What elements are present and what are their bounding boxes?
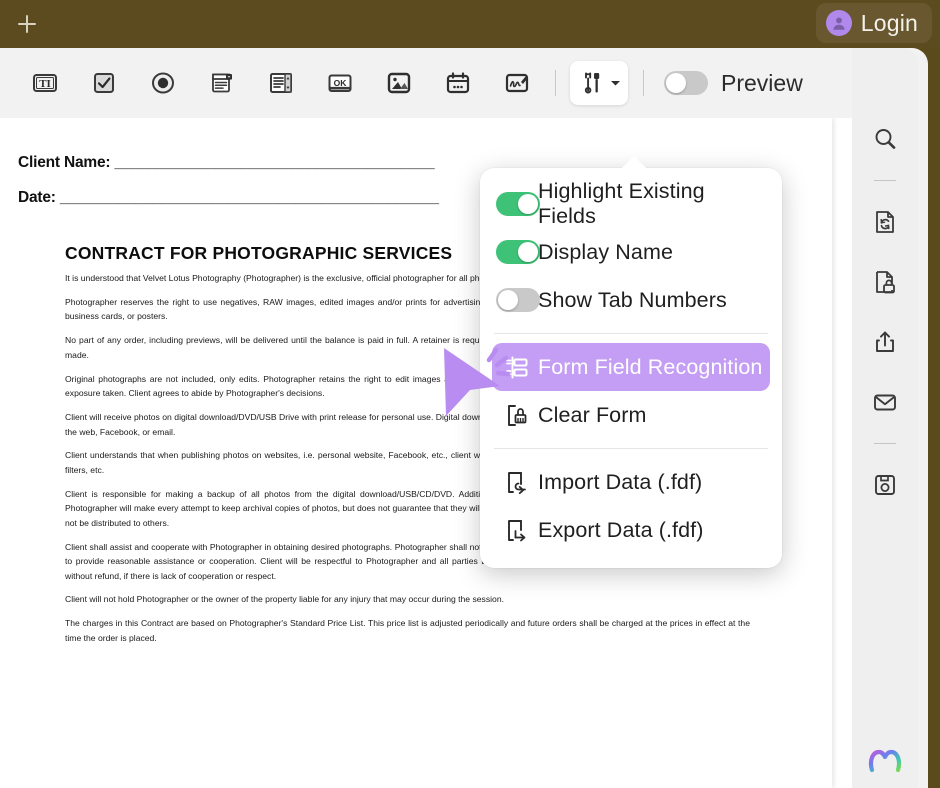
convert-document-button[interactable] bbox=[862, 199, 908, 245]
share-upload-icon bbox=[871, 328, 899, 356]
image-field-icon bbox=[384, 68, 414, 98]
application-window: Login TI bbox=[0, 0, 940, 788]
share-button[interactable] bbox=[862, 319, 908, 365]
wrench-screwdriver-icon bbox=[577, 68, 607, 98]
svg-text:OK: OK bbox=[334, 78, 348, 88]
rail-divider-1 bbox=[874, 180, 896, 181]
document-lock-icon bbox=[871, 268, 899, 296]
login-label: Login bbox=[861, 10, 918, 37]
image-field-tool[interactable] bbox=[376, 61, 422, 105]
svg-text:TI: TI bbox=[39, 78, 51, 90]
document-convert-icon bbox=[871, 208, 899, 236]
combo-box-tool[interactable] bbox=[199, 61, 245, 105]
menu-item-show-tab-numbers[interactable]: Show Tab Numbers bbox=[480, 276, 782, 324]
search-icon bbox=[871, 125, 899, 153]
menu-item-form-field-recognition[interactable]: Form Field Recognition bbox=[492, 343, 770, 391]
show-tab-numbers-switch[interactable] bbox=[496, 288, 540, 312]
login-button[interactable]: Login bbox=[816, 3, 932, 43]
signature-icon bbox=[502, 68, 532, 98]
menu-arrow bbox=[621, 156, 647, 169]
menu-item-label: Form Field Recognition bbox=[538, 355, 762, 380]
rail-divider-2 bbox=[874, 443, 896, 444]
checkbox-tool[interactable] bbox=[81, 61, 127, 105]
menu-item-export-data[interactable]: Export Data (.fdf) bbox=[480, 506, 782, 554]
menu-item-label: Show Tab Numbers bbox=[538, 288, 727, 313]
date-field-tool[interactable] bbox=[435, 61, 481, 105]
text-field-icon: TI bbox=[30, 68, 60, 98]
checkbox-icon bbox=[89, 68, 119, 98]
import-arrow-icon bbox=[494, 469, 538, 496]
list-box-tool[interactable] bbox=[258, 61, 304, 105]
preview-label: Preview bbox=[721, 70, 803, 97]
radio-button-icon bbox=[148, 68, 178, 98]
export-arrow-icon bbox=[494, 517, 538, 544]
date-field-icon bbox=[443, 68, 473, 98]
push-button-tool[interactable]: OK bbox=[317, 61, 363, 105]
menu-item-label: Display Name bbox=[538, 240, 673, 265]
clear-brush-icon bbox=[494, 402, 538, 429]
toggle-wrap bbox=[494, 240, 538, 264]
title-bar: Login bbox=[0, 0, 940, 48]
envelope-icon bbox=[871, 388, 899, 416]
menu-item-clear-form[interactable]: Clear Form bbox=[480, 391, 782, 439]
form-toolbar: TI bbox=[0, 48, 862, 118]
form-tools-menu-button[interactable] bbox=[570, 61, 628, 105]
list-box-icon bbox=[266, 68, 296, 98]
menu-item-import-data[interactable]: Import Data (.fdf) bbox=[480, 458, 782, 506]
menu-item-highlight-existing-fields[interactable]: Highlight Existing Fields bbox=[480, 180, 782, 228]
menu-item-label: Highlight Existing Fields bbox=[538, 179, 768, 229]
toggle-wrap bbox=[494, 288, 538, 312]
form-layout-icon bbox=[494, 354, 538, 381]
combo-box-icon bbox=[207, 68, 237, 98]
menu-divider-2 bbox=[494, 448, 768, 449]
menu-divider-1 bbox=[494, 333, 768, 334]
menu-item-label: Export Data (.fdf) bbox=[538, 518, 704, 543]
toolbar-divider-2 bbox=[643, 70, 644, 96]
ai-assistant-button[interactable] bbox=[862, 736, 908, 782]
plus-icon bbox=[15, 12, 39, 36]
menu-item-label: Clear Form bbox=[538, 403, 647, 428]
toggle-wrap bbox=[494, 192, 538, 216]
paragraph: Client will not hold Photographer or the… bbox=[65, 592, 750, 606]
preview-toggle[interactable]: Preview bbox=[664, 70, 803, 97]
main-window: TI bbox=[0, 48, 928, 788]
menu-item-label: Import Data (.fdf) bbox=[538, 470, 702, 495]
protect-document-button[interactable] bbox=[862, 259, 908, 305]
chevron-down-icon bbox=[610, 79, 621, 87]
radio-button-tool[interactable] bbox=[140, 61, 186, 105]
menu-item-display-name[interactable]: Display Name bbox=[480, 228, 782, 276]
form-tools-menu: Highlight Existing Fields Display Name S… bbox=[480, 168, 782, 568]
signature-field-tool[interactable] bbox=[494, 61, 540, 105]
email-button[interactable] bbox=[862, 379, 908, 425]
ai-assistant-icon bbox=[868, 744, 902, 774]
search-button[interactable] bbox=[862, 116, 908, 162]
paragraph: The charges in this Contract are based o… bbox=[65, 616, 750, 645]
right-sidebar bbox=[852, 48, 918, 788]
new-tab-button[interactable] bbox=[14, 11, 40, 37]
display-name-switch[interactable] bbox=[496, 240, 540, 264]
floppy-save-icon bbox=[871, 471, 899, 499]
highlight-existing-fields-switch[interactable] bbox=[496, 192, 540, 216]
preview-switch[interactable] bbox=[664, 71, 708, 95]
user-avatar-icon bbox=[826, 10, 852, 36]
ok-button-icon: OK bbox=[325, 68, 355, 98]
toolbar-divider-1 bbox=[555, 70, 556, 96]
save-button[interactable] bbox=[862, 462, 908, 508]
text-field-tool[interactable]: TI bbox=[22, 61, 68, 105]
